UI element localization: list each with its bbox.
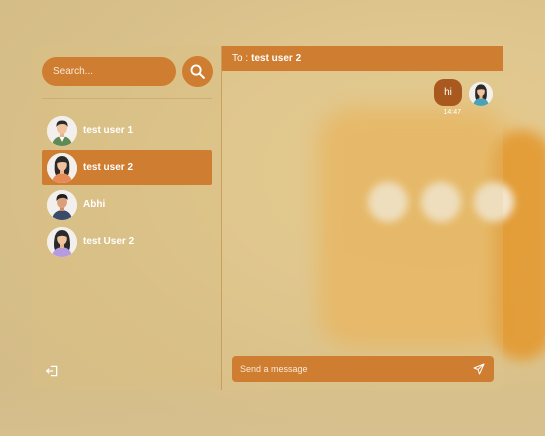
chat-panel: To : test user 2 hi 14:47 [222,46,503,390]
logout-icon [45,365,58,377]
send-button[interactable] [472,362,486,376]
user-item-test-user-2-alt[interactable]: test User 2 [42,224,212,259]
message-time: 14:47 [443,109,461,116]
chat-app: test user 1 test user 2 [33,46,503,390]
user-name: Abhi [83,199,106,210]
chat-header-prefix: To : [232,53,249,64]
avatar [47,226,77,257]
chat-header: To : test user 2 [222,46,503,71]
female-avatar-purple-top-icon [47,226,77,257]
user-name: test user 2 [83,162,134,173]
sidebar: test user 1 test user 2 [33,46,222,390]
message-row: hi [434,79,493,106]
send-icon [473,363,485,375]
search-icon [190,64,205,79]
user-item-test-user-2[interactable]: test user 2 [42,150,212,185]
search-input[interactable] [42,57,176,86]
user-list: test user 1 test user 2 Abhi test User 2 [42,113,212,261]
male-avatar-navy-shirt-icon [47,189,77,220]
message-composer [232,356,494,382]
female-avatar-orange-top-icon [47,152,77,183]
avatar [469,82,493,106]
search-row [42,56,213,87]
user-name: test user 1 [83,125,134,136]
avatar [47,189,77,220]
avatar [47,115,77,146]
logout-button[interactable] [45,364,59,378]
user-item-abhi[interactable]: Abhi [42,187,212,222]
chat-recipient: test user 2 [251,53,302,64]
sidebar-divider [42,98,212,99]
message-bubble: hi [434,79,462,106]
search-button[interactable] [182,56,213,87]
female-avatar-teal-top-icon [469,82,493,106]
male-avatar-green-shirt-icon [47,115,77,146]
user-item-test-user-1[interactable]: test user 1 [42,113,212,148]
avatar [47,152,77,183]
user-name: test User 2 [83,236,135,247]
message-input[interactable] [240,364,472,374]
